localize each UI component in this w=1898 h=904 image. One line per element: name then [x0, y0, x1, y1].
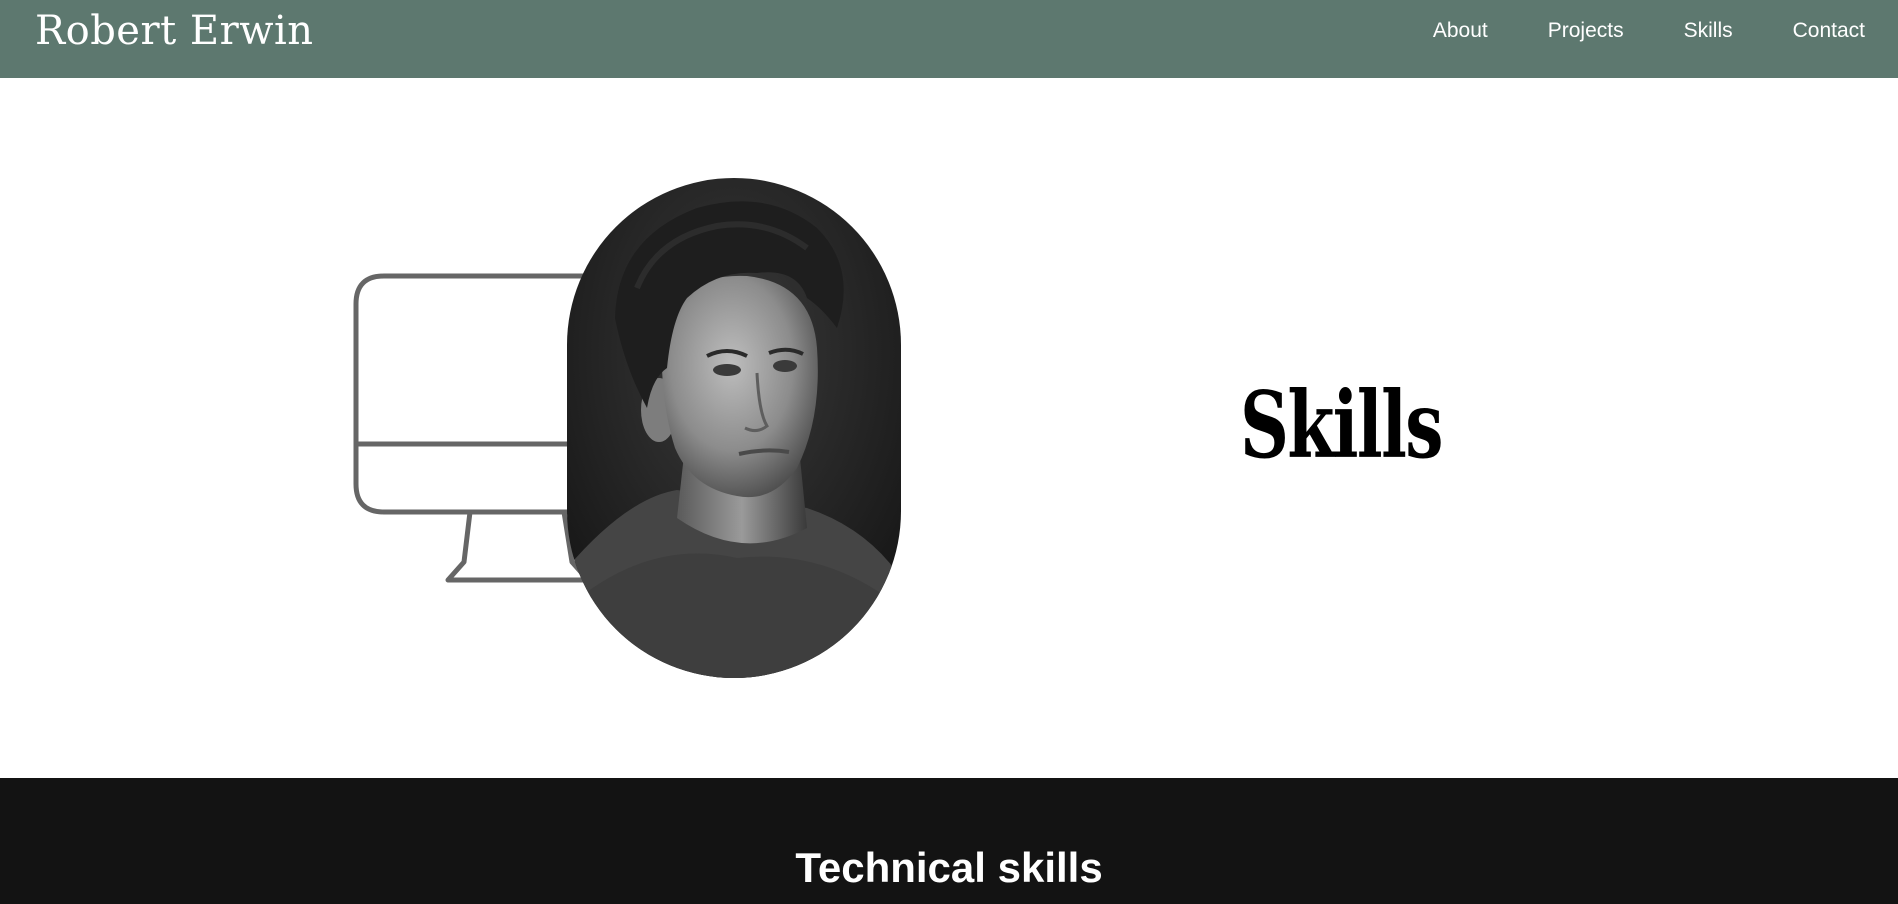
- nav-link-projects[interactable]: Projects: [1548, 17, 1624, 45]
- main-nav: About Projects Skills Contact: [1433, 17, 1865, 45]
- portrait-photo: [567, 178, 901, 678]
- brand-logo-link[interactable]: Robert Erwin: [35, 8, 314, 54]
- nav-link-contact[interactable]: Contact: [1793, 17, 1865, 45]
- skills-page-title: Skills: [1240, 371, 1443, 479]
- technical-skills-heading: Technical skills: [795, 844, 1103, 891]
- nav-link-skills[interactable]: Skills: [1684, 17, 1733, 45]
- nav-link-about[interactable]: About: [1433, 17, 1488, 45]
- site-header: Robert Erwin About Projects Skills Conta…: [0, 0, 1898, 78]
- skills-hero-section: [0, 78, 1898, 778]
